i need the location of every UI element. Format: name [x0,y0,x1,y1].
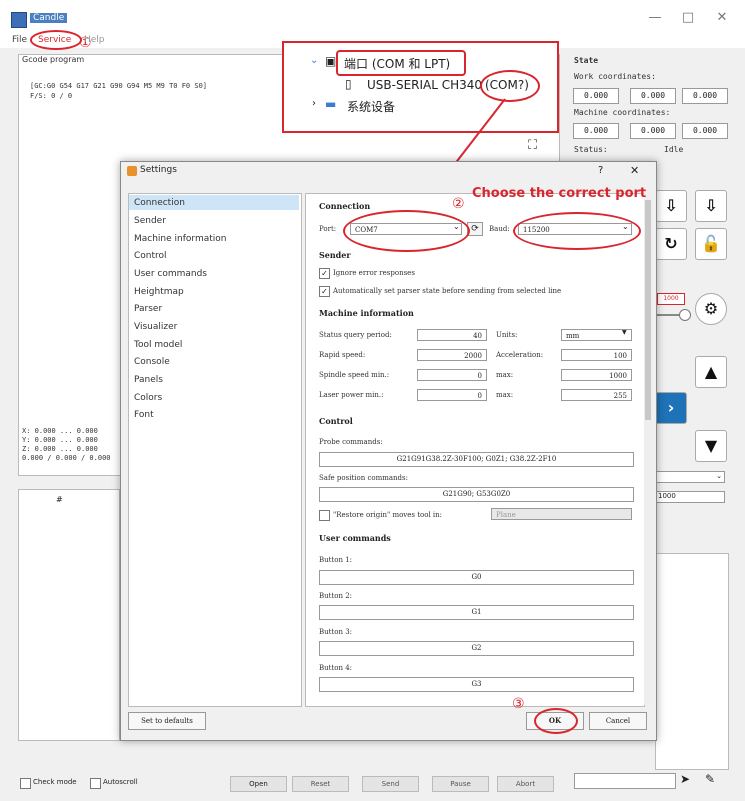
ignore-errors-label: Ignore error responses [333,269,415,277]
sidebar-item-colors[interactable]: Colors [134,393,162,403]
button1-field[interactable]: G0 [319,570,634,585]
status-query-field[interactable]: 40 [417,329,487,341]
choose-port-hint: Choose the correct port [472,186,647,201]
spindle-min-field[interactable]: 0 [417,369,487,381]
restore-plane-select[interactable]: Plane [491,508,632,520]
section-user-commands: User commands [319,533,391,543]
acceleration-field[interactable]: 100 [561,349,632,361]
sidebar-item-user-commands[interactable]: User commands [134,269,207,279]
spindle-min-label: Spindle speed min.: [319,371,390,379]
auto-parser-checkbox[interactable]: ✓ [319,286,330,297]
sidebar-item-heightmap[interactable]: Heightmap [134,287,184,297]
spindle-max-label: max: [496,371,514,379]
section-connection: Connection [319,201,371,211]
rapid-speed-label: Rapid speed: [319,351,366,359]
acceleration-label: Acceleration: [496,351,544,359]
button2-field[interactable]: G1 [319,605,634,620]
section-machine: Machine information [319,308,414,318]
safe-position-label: Safe position commands: [319,474,408,482]
button1-label: Button 1: [319,556,353,564]
laser-min-field[interactable]: 0 [417,389,487,401]
laser-min-label: Laser power min.: [319,391,384,399]
scrollbar-thumb[interactable] [645,200,651,420]
settings-icon [127,166,137,176]
dialog-close-button[interactable]: ✕ [630,164,639,177]
units-dropdown-icon: ▼ [622,329,627,336]
sidebar-item-tool-model[interactable]: Tool model [134,340,182,350]
step-2-marker: ② [452,196,465,212]
port-label: Port: [319,225,337,233]
button3-label: Button 3: [319,628,353,636]
settings-title: Settings [140,165,177,175]
ok-highlight [534,708,578,734]
status-query-label: Status query period: [319,331,392,339]
step-3-marker: ③ [512,696,525,712]
section-sender: Sender [319,250,351,260]
button4-label: Button 4: [319,664,353,672]
set-defaults-button[interactable]: Set to defaults [128,712,206,730]
button4-field[interactable]: G3 [319,677,634,692]
cancel-button[interactable]: Cancel [589,712,647,730]
sidebar-item-visualizer[interactable]: Visualizer [134,322,177,332]
auto-parser-label: Automatically set parser state before se… [333,287,562,295]
spindle-max-field[interactable]: 1000 [561,369,632,381]
section-control: Control [319,416,353,426]
laser-max-label: max: [496,391,514,399]
safe-position-field[interactable]: G21G90; G53G0Z0 [319,487,634,502]
sidebar-item-console[interactable]: Console [134,357,170,367]
port-highlight [343,210,470,252]
baud-label: Baud: [489,225,510,233]
button2-label: Button 2: [319,592,353,600]
laser-max-field[interactable]: 255 [561,389,632,401]
sidebar-item-control[interactable]: Control [134,251,167,261]
sidebar-item-connection[interactable]: Connection [134,198,185,208]
button3-field[interactable]: G2 [319,641,634,656]
sidebar-item-font[interactable]: Font [134,410,154,420]
probe-commands-field[interactable]: G21G91G38.2Z-30F100; G0Z1; G38.2Z-2F10 [319,452,634,467]
sidebar-item-panels[interactable]: Panels [134,375,163,385]
help-button[interactable]: ? [598,165,603,176]
rapid-speed-field[interactable]: 2000 [417,349,487,361]
baud-highlight [513,212,641,250]
sidebar-item-machine-information[interactable]: Machine information [134,234,226,244]
sidebar-item-parser[interactable]: Parser [134,304,162,314]
ignore-errors-checkbox[interactable]: ✓ [319,268,330,279]
restore-origin-checkbox[interactable] [319,510,330,521]
sidebar-item-sender[interactable]: Sender [134,216,166,226]
units-label: Units: [496,331,518,339]
restore-origin-label: "Restore origin" moves tool in: [333,511,443,519]
probe-label: Probe commands: [319,438,383,446]
